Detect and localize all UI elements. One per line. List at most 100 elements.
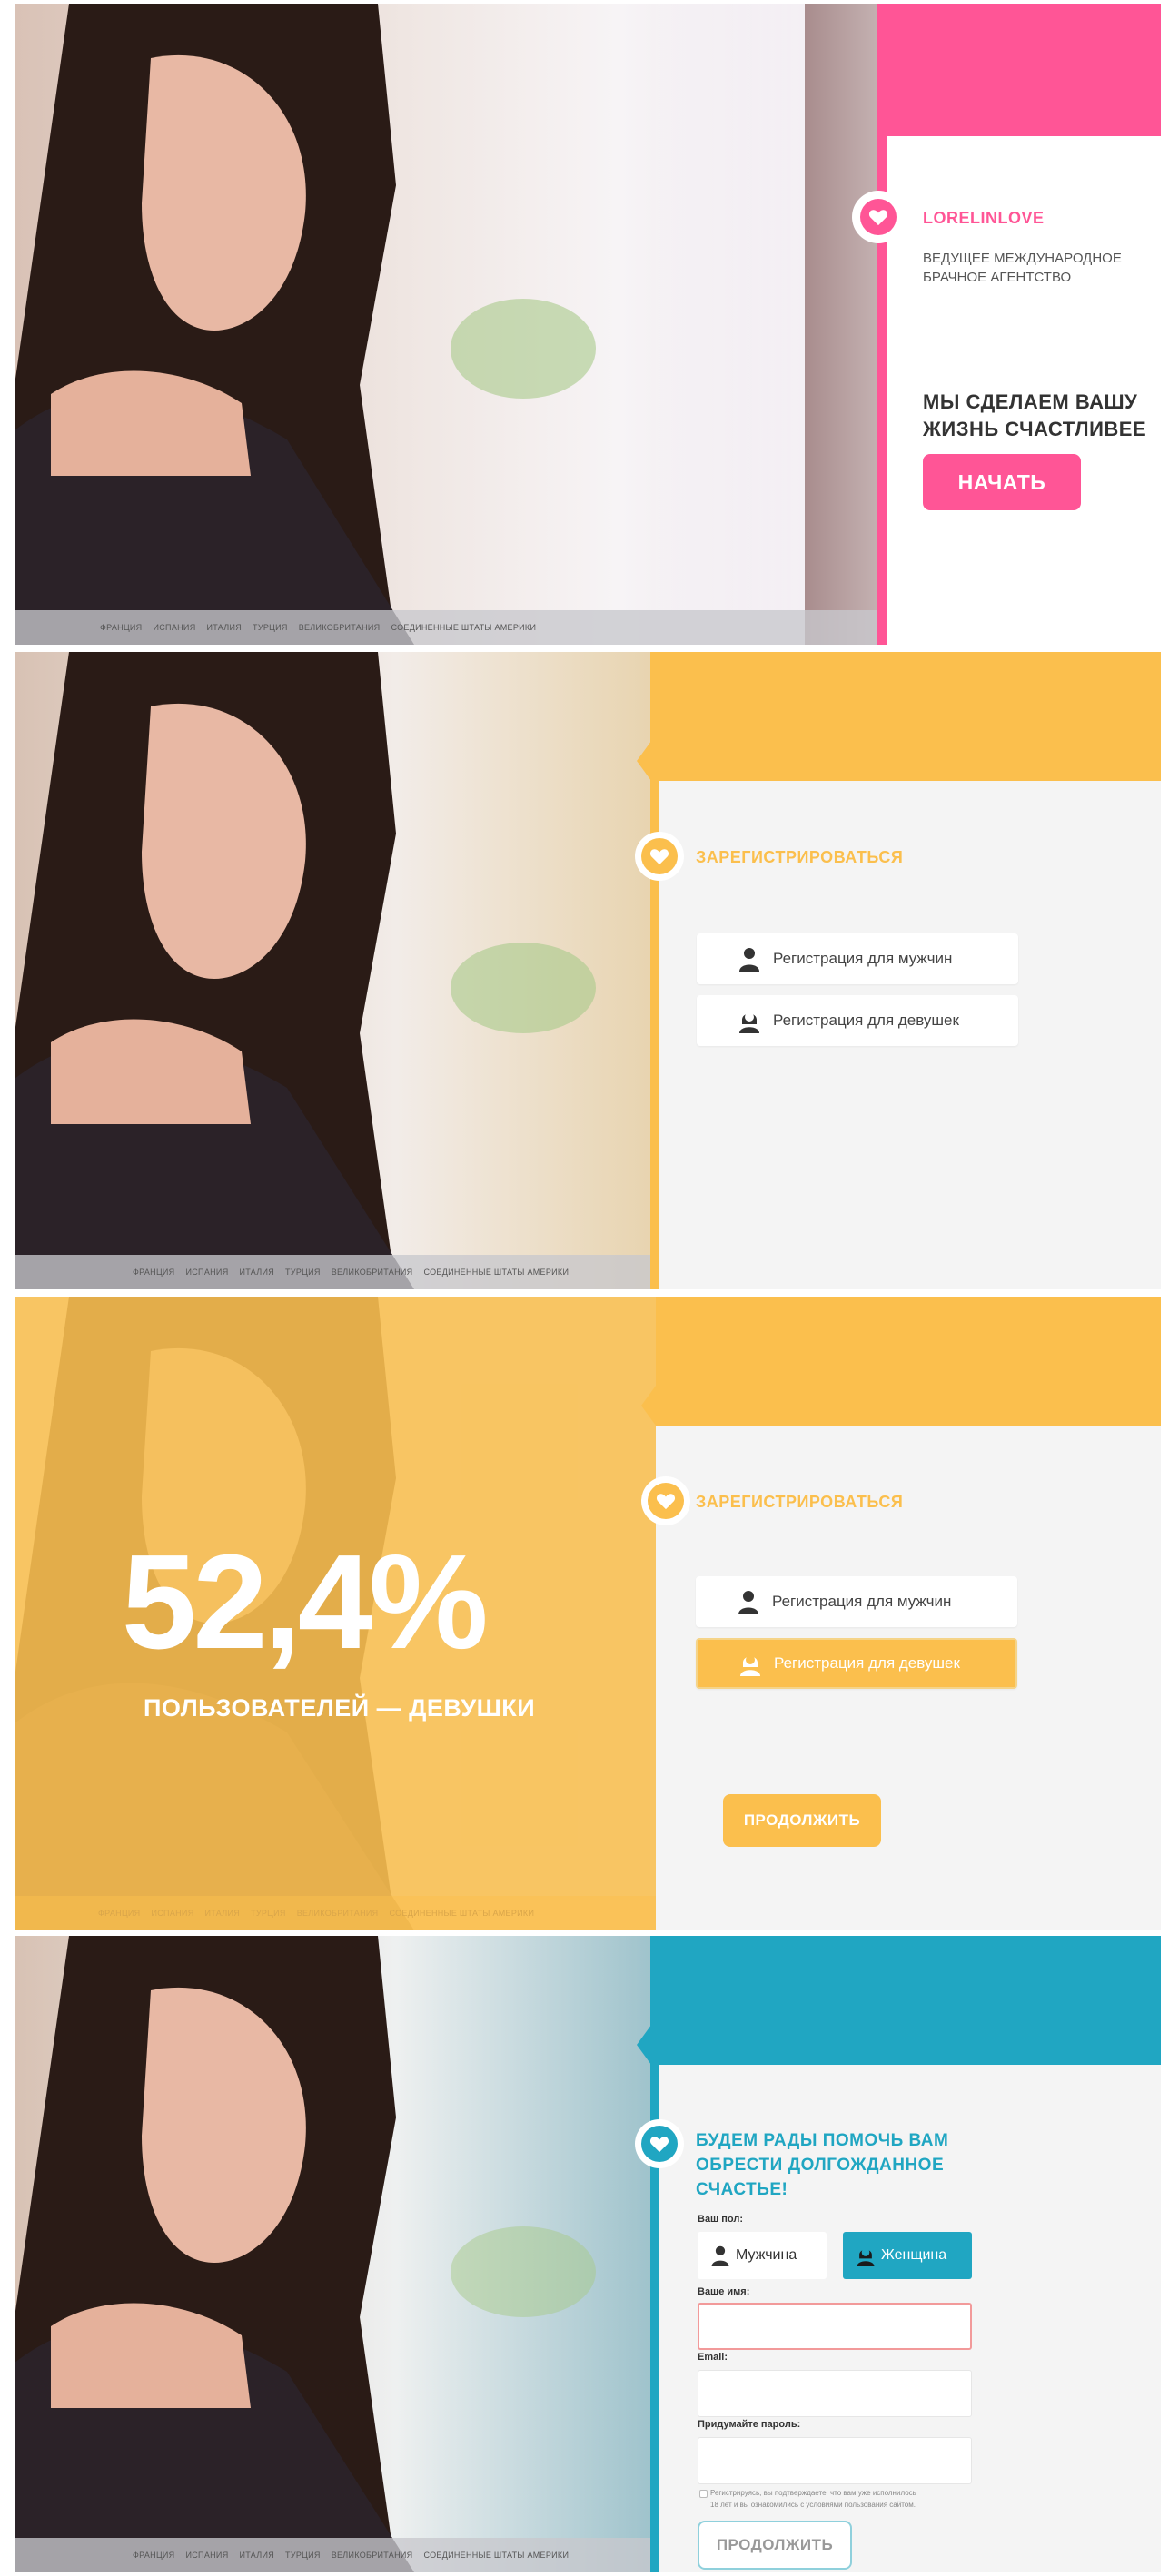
country-link[interactable]: ВЕЛИКОБРИТАНИЯ	[297, 1909, 379, 1918]
signup-sidebar: БУДЕМ РАДЫ ПОМОЧЬ ВАМ ОБРЕСТИ ДОЛГОЖДАНН…	[635, 1936, 1161, 2572]
landing-panel-signup-form: ФРАНЦИЯ ИСПАНИЯ ИТАЛИЯ ТУРЦИЯ ВЕЛИКОБРИТ…	[15, 1936, 1161, 2572]
register-men-label: Регистрация для мужчин	[772, 1593, 952, 1610]
terms-checkbox[interactable]	[699, 2490, 708, 2498]
headline-line: ЖИЗНЬ СЧАСТЛИВЕЕ	[923, 418, 1147, 440]
country-links: ФРАНЦИЯ ИСПАНИЯ ИТАЛИЯ ТУРЦИЯ ВЕЛИКОБРИТ…	[15, 1255, 650, 1289]
landing-panel-register: ФРАНЦИЯ ИСПАНИЯ ИТАЛИЯ ТУРЦИЯ ВЕЛИКОБРИТ…	[15, 652, 1161, 1289]
country-link[interactable]: ТУРЦИЯ	[285, 1268, 321, 1277]
register-sidebar: ЗАРЕГИСТРИРОВАТЬСЯ Регистрация для мужчи…	[635, 652, 1161, 1289]
terms-line: 18 лет и вы ознакомились с условиями пол…	[710, 2501, 916, 2509]
brand-name: LORELINLOVE	[923, 209, 1045, 227]
headline-line: МЫ СДЕЛАЕМ ВАШУ	[923, 390, 1138, 413]
photo-fade	[641, 4, 877, 645]
man-icon	[711, 2245, 729, 2266]
hero-headline: МЫ СДЕЛАЕМ ВАШУ ЖИЗНЬ СЧАСТЛИВЕЕ	[923, 389, 1146, 443]
tagline-line: ВЕДУЩЕЕ МЕЖДУНАРОДНОЕ	[923, 251, 1122, 266]
country-link[interactable]: ТУРЦИЯ	[251, 1909, 286, 1918]
register-men-label: Регистрация для мужчин	[773, 950, 953, 967]
country-link[interactable]: СОЕДИНЕННЫЕ ШТАТЫ АМЕРИКИ	[423, 1268, 569, 1277]
country-link[interactable]: ФРАНЦИЯ	[100, 623, 142, 632]
hero-card: LORELINLOVE ВЕДУЩЕЕ МЕЖДУНАРОДНОЕ БРАЧНО…	[854, 136, 1161, 645]
country-link[interactable]: ТУРЦИЯ	[285, 2551, 321, 2560]
gender-male-label: Мужчина	[736, 2247, 797, 2263]
gender-male-button[interactable]: Мужчина	[698, 2232, 827, 2279]
brand-tagline: ВЕДУЩЕЕ МЕЖДУНАРОДНОЕ БРАЧНОЕ АГЕНТСТВО	[923, 249, 1122, 287]
heart-icon	[649, 2137, 669, 2153]
stat-caption: ПОЛЬЗОВАТЕЛЕЙ — ДЕВУШКИ	[144, 1694, 536, 1722]
country-link[interactable]: ИСПАНИЯ	[151, 1909, 193, 1918]
register-women-label: Регистрация для девушек	[774, 1654, 960, 1672]
color-band	[656, 1297, 1161, 1426]
country-link[interactable]: СОЕДИНЕННЫЕ ШТАТЫ АМЕРИКИ	[423, 2551, 569, 2560]
country-link[interactable]: ИСПАНИЯ	[185, 1268, 228, 1277]
country-links: ФРАНЦИЯ ИСПАНИЯ ИТАЛИЯ ТУРЦИЯ ВЕЛИКОБРИТ…	[15, 1896, 656, 1930]
band-notch	[641, 1386, 656, 1426]
woman-icon	[739, 1012, 759, 1033]
country-link[interactable]: ИСПАНИЯ	[153, 623, 195, 632]
register-sidebar: ЗАРЕГИСТРИРОВАТЬСЯ Регистрация для мужчи…	[641, 1297, 1161, 1930]
gender-female-label: Женщина	[881, 2247, 947, 2263]
country-link[interactable]: ИТАЛИЯ	[240, 2551, 275, 2560]
country-links: ФРАНЦИЯ ИСПАНИЯ ИТАЛИЯ ТУРЦИЯ ВЕЛИКОБРИТ…	[15, 610, 877, 645]
country-link[interactable]: ИТАЛИЯ	[240, 1268, 275, 1277]
man-icon	[739, 948, 759, 972]
heart-badge	[641, 1476, 690, 1525]
register-women-button-selected[interactable]: Регистрация для девушек	[696, 1638, 1017, 1689]
password-label: Придумайте пароль:	[698, 2419, 801, 2430]
color-band	[659, 1936, 1161, 2065]
band-notch	[637, 741, 651, 781]
register-men-button[interactable]: Регистрация для мужчин	[696, 1576, 1017, 1627]
signup-title: БУДЕМ РАДЫ ПОМОЧЬ ВАМ ОБРЕСТИ ДОЛГОЖДАНН…	[696, 2128, 948, 2202]
tagline-line: БРАЧНОЕ АГЕНТСТВО	[923, 270, 1072, 285]
woman-photo	[15, 1936, 650, 2572]
woman-photo	[15, 652, 650, 1289]
terms-text: Регистрируясь, вы подтверждаете, что вам…	[710, 2487, 916, 2511]
title-line: БУДЕМ РАДЫ ПОМОЧЬ ВАМ	[696, 2131, 949, 2150]
country-link[interactable]: ФРАНЦИЯ	[133, 2551, 174, 2560]
woman-icon	[857, 2248, 875, 2266]
register-men-button[interactable]: Регистрация для мужчин	[697, 933, 1018, 984]
password-input[interactable]	[698, 2437, 972, 2484]
country-link[interactable]: ТУРЦИЯ	[253, 623, 288, 632]
name-input[interactable]	[698, 2303, 972, 2350]
stat-value: 52,4%	[122, 1527, 489, 1677]
email-label: Email:	[698, 2352, 728, 2363]
landing-panel-hero: ФРАНЦИЯ ИСПАНИЯ ИТАЛИЯ ТУРЦИЯ ВЕЛИКОБРИТ…	[15, 4, 1161, 645]
heart-icon	[868, 210, 888, 226]
start-button[interactable]: НАЧАТЬ	[923, 454, 1081, 510]
heart-badge	[854, 192, 903, 242]
color-band	[659, 652, 1161, 781]
country-link[interactable]: ВЕЛИКОБРИТАНИЯ	[299, 623, 381, 632]
country-link[interactable]: ВЕЛИКОБРИТАНИЯ	[332, 2551, 413, 2560]
heart-badge	[635, 832, 684, 881]
register-women-label: Регистрация для девушек	[773, 1012, 959, 1029]
heart-icon	[656, 1494, 676, 1510]
hero-sidebar: LORELINLOVE ВЕДУЩЕЕ МЕЖДУНАРОДНОЕ БРАЧНО…	[854, 4, 1161, 645]
email-input[interactable]	[698, 2370, 972, 2417]
woman-icon	[740, 1655, 760, 1676]
name-label: Ваше имя:	[698, 2286, 750, 2297]
title-line: СЧАСТЬЕ!	[696, 2180, 788, 2199]
gender-female-button-selected[interactable]: Женщина	[843, 2232, 972, 2279]
country-link[interactable]: ИСПАНИЯ	[185, 2551, 228, 2560]
country-link[interactable]: СОЕДИНЕННЫЕ ШТАТЫ АМЕРИКИ	[389, 1909, 534, 1918]
country-link[interactable]: ФРАНЦИЯ	[133, 1268, 174, 1277]
continue-button[interactable]: ПРОДОЛЖИТЬ	[723, 1794, 881, 1847]
title-line: ОБРЕСТИ ДОЛГОЖДАННОЕ	[696, 2156, 945, 2175]
continue-button[interactable]: ПРОДОЛЖИТЬ	[698, 2521, 852, 2570]
band-notch	[637, 2025, 651, 2065]
register-title: ЗАРЕГИСТРИРОВАТЬСЯ	[696, 848, 904, 866]
gender-label: Ваш пол:	[698, 2214, 744, 2225]
country-links: ФРАНЦИЯ ИСПАНИЯ ИТАЛИЯ ТУРЦИЯ ВЕЛИКОБРИТ…	[15, 2538, 650, 2572]
country-link[interactable]: ИТАЛИЯ	[205, 1909, 241, 1918]
register-title: ЗАРЕГИСТРИРОВАТЬСЯ	[696, 1493, 904, 1511]
register-women-button[interactable]: Регистрация для девушек	[697, 995, 1018, 1046]
heart-badge	[635, 2119, 684, 2168]
country-link[interactable]: СОЕДИНЕННЫЕ ШТАТЫ АМЕРИКИ	[391, 623, 536, 632]
heart-icon	[649, 849, 669, 865]
landing-panel-stat: 52,4% ПОЛЬЗОВАТЕЛЕЙ — ДЕВУШКИ ФРАНЦИЯ ИС…	[15, 1297, 1161, 1930]
country-link[interactable]: ФРАНЦИЯ	[98, 1909, 140, 1918]
country-link[interactable]: ИТАЛИЯ	[207, 623, 243, 632]
country-link[interactable]: ВЕЛИКОБРИТАНИЯ	[332, 1268, 413, 1277]
man-icon	[738, 1591, 758, 1614]
